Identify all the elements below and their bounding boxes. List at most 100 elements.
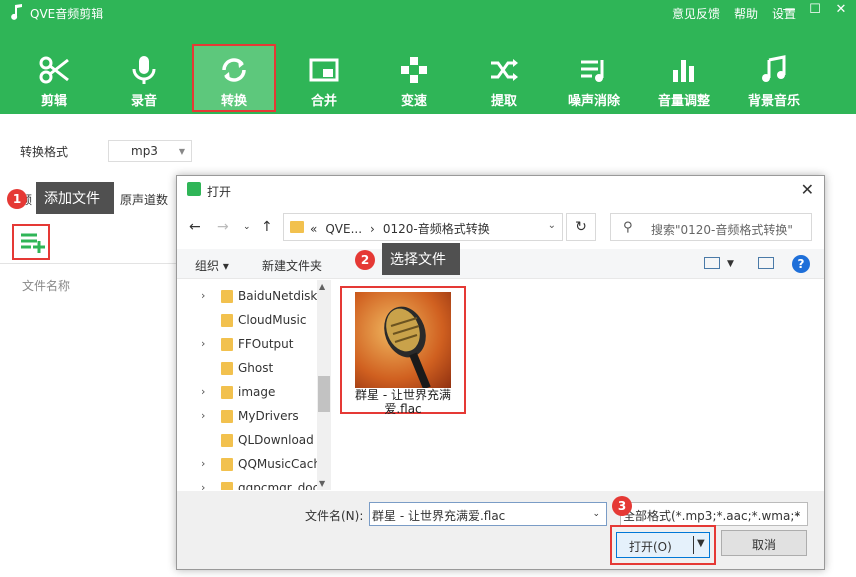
folder-icon <box>290 221 304 233</box>
filename-input[interactable]: 群星 - 让世界充满爱.flac ⌄ <box>369 502 607 526</box>
back-arrow-icon[interactable]: ← <box>189 219 201 235</box>
help-icon[interactable]: ? <box>792 255 810 273</box>
speed-icon <box>401 57 427 83</box>
open-button-highlight: 打开(O) ▼ <box>610 525 716 565</box>
tree-item[interactable]: › MyDrivers <box>177 404 317 428</box>
breadcrumb-overflow[interactable]: « <box>310 222 317 236</box>
chevron-right-icon[interactable]: › <box>201 289 205 302</box>
view-mode-icon[interactable] <box>704 257 720 269</box>
dialog-navbar: ← → ⌄ ↑ « QVE... › 0120-音频格式转换 ⌄ ↻ ⚲ 搜索"012… <box>177 210 824 242</box>
tree-item[interactable]: › qqpcmgr_doc <box>177 476 319 490</box>
tree-item[interactable]: › QQMusicCach <box>177 452 321 476</box>
tool-label: 变速 <box>400 94 427 109</box>
merge-icon <box>309 58 339 82</box>
scrollbar-thumb[interactable] <box>318 376 330 412</box>
address-bar[interactable]: « QVE... › 0120-音频格式转换 ⌄ <box>283 213 563 241</box>
folder-icon <box>221 338 233 351</box>
minimize-icon[interactable]: — <box>780 2 798 17</box>
chevron-right-icon[interactable]: › <box>201 481 205 490</box>
music-app-icon <box>187 182 201 196</box>
dialog-titlebar: 打开 ✕ <box>177 176 824 204</box>
chevron-down-icon[interactable]: ⌄ <box>592 509 600 519</box>
chevron-right-icon[interactable]: › <box>201 337 205 350</box>
tool-label: 合并 <box>310 94 337 109</box>
tree-item[interactable]: › BaiduNetdisk <box>177 284 317 308</box>
close-icon[interactable]: ✕ <box>832 2 850 17</box>
help-link[interactable]: 帮助 <box>734 5 758 22</box>
add-list-icon <box>21 233 45 253</box>
chevron-down-icon[interactable]: ⌄ <box>548 220 556 231</box>
chevron-right-icon[interactable]: › <box>201 409 205 422</box>
dialog-title: 打开 <box>207 185 232 199</box>
chevron-down-icon[interactable]: ▼ <box>727 259 734 269</box>
main-toolbar: 剪辑 录音 转换 合并 变速 提取 噪声消除 音量调整 背景音乐 <box>0 44 856 114</box>
tool-cut[interactable]: 剪辑 <box>12 44 96 112</box>
scroll-up-icon[interactable]: ▲ <box>319 282 325 291</box>
new-folder-button[interactable]: 新建文件夹 <box>262 257 322 274</box>
tool-volume[interactable]: 音量调整 <box>642 44 726 112</box>
tree-item[interactable]: Ghost <box>177 356 317 380</box>
top-links: 意见反馈 帮助 设置 <box>672 5 796 22</box>
tool-bgmusic[interactable]: 背景音乐 <box>732 44 816 112</box>
dialog-close-icon[interactable]: ✕ <box>801 180 814 199</box>
step-badge-3: 3 <box>612 496 632 516</box>
chevron-down-icon[interactable]: ▼ <box>697 538 705 549</box>
tool-label: 提取 <box>490 94 517 109</box>
folder-tree: › BaiduNetdisk CloudMusic › FFOutput Ghost… <box>177 280 333 490</box>
tool-record[interactable]: 录音 <box>102 44 186 112</box>
tool-label: 剪辑 <box>40 94 67 109</box>
breadcrumb-item[interactable]: 0120-音频格式转换 <box>383 222 490 236</box>
tool-merge[interactable]: 合并 <box>282 44 366 112</box>
breadcrumb-item[interactable]: QVE... <box>325 222 362 236</box>
up-arrow-icon[interactable]: ↑ <box>261 219 273 235</box>
app-header: QVE音频剪辑 意见反馈 帮助 设置 — ☐ ✕ 剪辑 录音 转换 合并 变速 … <box>0 0 856 114</box>
preview-pane-icon[interactable] <box>758 257 774 269</box>
refresh-button[interactable]: ↻ <box>566 213 596 241</box>
tool-extract[interactable]: 提取 <box>462 44 546 112</box>
open-button[interactable]: 打开(O) ▼ <box>616 532 710 558</box>
tool-denoise[interactable]: 噪声消除 <box>552 44 636 112</box>
forward-arrow-icon[interactable]: → <box>217 219 229 235</box>
tree-item-label: BaiduNetdisk <box>238 289 318 303</box>
file-item[interactable]: 群星 - 让世界充满爱.flac <box>340 286 466 416</box>
tree-item[interactable]: QLDownload <box>177 428 317 452</box>
tree-item-label: image <box>238 385 276 399</box>
search-input[interactable]: ⚲ 搜索"0120-音频格式转换" <box>610 213 812 241</box>
tree-item[interactable]: CloudMusic <box>177 308 317 332</box>
tree-scrollbar[interactable]: ▲ ▼ <box>317 280 331 490</box>
chevron-right-icon[interactable]: › <box>201 457 205 470</box>
add-file-button[interactable] <box>12 224 50 260</box>
microphone-icon <box>132 56 156 84</box>
column-filename: 文件名称 <box>22 279 71 293</box>
folder-icon <box>221 290 233 303</box>
denoise-icon <box>581 60 604 82</box>
tree-item[interactable]: › FFOutput <box>177 332 317 356</box>
breadcrumb-sep: › <box>370 222 375 236</box>
feedback-link[interactable]: 意见反馈 <box>672 5 720 22</box>
channel-select[interactable]: 原声道数 <box>120 191 168 208</box>
format-select[interactable]: mp3 ▼ <box>108 140 192 162</box>
tree-item[interactable]: › image <box>177 380 317 404</box>
tool-convert[interactable]: 转换 <box>192 44 276 112</box>
folder-icon <box>221 458 233 471</box>
maximize-icon[interactable]: ☐ <box>806 2 824 17</box>
format-value: mp3 <box>131 144 158 158</box>
tool-speed[interactable]: 变速 <box>372 44 456 112</box>
tree-item-label: QLDownload <box>238 433 314 447</box>
scissors-icon <box>39 56 69 84</box>
chevron-right-icon[interactable]: › <box>201 385 205 398</box>
filetype-select[interactable]: 全部格式(*.mp3;*.aac;*.wma;* ⌄ <box>620 502 808 526</box>
music-note-icon <box>762 55 786 82</box>
chevron-down-icon[interactable]: ⌄ <box>793 509 801 519</box>
cancel-button[interactable]: 取消 <box>721 530 807 556</box>
app-logo-icon <box>11 4 22 20</box>
search-icon: ⚲ <box>623 220 633 235</box>
open-file-dialog: 打开 ✕ ← → ⌄ ↑ « QVE... › 0120-音频格式转换 ⌄ ↻ ⚲ 搜… <box>176 175 825 570</box>
scroll-down-icon[interactable]: ▼ <box>319 479 325 488</box>
organize-menu[interactable]: 组织 ▾ <box>195 257 229 274</box>
search-placeholder: 搜索"0120-音频格式转换" <box>651 223 793 237</box>
volume-icon <box>673 60 694 82</box>
split-divider <box>693 536 694 554</box>
history-dropdown-icon[interactable]: ⌄ <box>243 222 251 232</box>
file-name: 群星 - 让世界充满爱.flac <box>355 388 451 416</box>
